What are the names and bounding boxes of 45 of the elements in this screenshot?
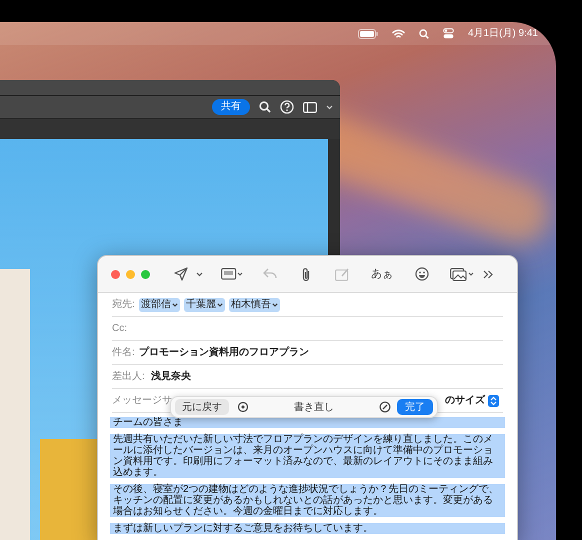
control-center-icon[interactable] (442, 28, 454, 39)
sender-name: 浅見奈央 (150, 370, 191, 384)
to-label: 宛先: (112, 298, 135, 312)
chevron-down-icon (272, 302, 278, 306)
paperclip-icon[interactable] (301, 266, 311, 282)
menu-bar-clock: 4月1日(月) 9:41 (468, 27, 538, 41)
from-label: 差出人: (112, 370, 145, 384)
recipient-token[interactable]: 柏木慎吾 (228, 298, 280, 312)
double-chevron-icon[interactable] (483, 270, 493, 278)
body-paragraph: チームの皆さま (110, 417, 505, 428)
recipient-name: 千葉麗 (186, 298, 216, 312)
subject-text: プロモーション資料用のフロアプラン (138, 345, 309, 360)
search-icon[interactable] (418, 28, 429, 38)
body-paragraph: 先週共有いただいた新しい寸法でフロアプランのデザインを練り直しました。このメールに添付したバージョンは、来月のオープンハウスに向けて準備中のプロモーション資料用です。印刷用にフォーマット済みなので、最新のレイアウトにそのまま組み込めます。 (110, 434, 505, 478)
chevron-down-icon[interactable] (196, 272, 203, 276)
chevron-down-icon (216, 302, 223, 306)
emoji-icon[interactable] (415, 267, 429, 281)
subject-label: 件名: (112, 346, 135, 360)
done-button[interactable]: 完了 (397, 399, 433, 415)
send-icon[interactable] (174, 267, 188, 281)
chevron-down-icon (172, 302, 178, 306)
format-button[interactable]: あぁ (371, 266, 393, 282)
compass-icon[interactable] (379, 401, 391, 413)
body-paragraph: その後、寝室が2つの建物はどのような進捗状況でしょうか？先日のミーティングで、キッチンの配置に変更があるかもしれないとの話があったかと思います。変更がある場合はお知らせください。今週の金曜日までに対応します。 (110, 484, 505, 517)
share-button[interactable]: 共有 (212, 99, 250, 115)
search-icon[interactable] (259, 101, 271, 113)
recipient-name: 渡部信 (140, 298, 171, 312)
photo-icon[interactable] (450, 268, 474, 280)
restart-icon[interactable] (237, 401, 249, 413)
battery-icon[interactable] (358, 28, 378, 38)
undo-button[interactable]: 元に戻す (175, 399, 229, 415)
recipient-token[interactable]: 千葉麗 (184, 298, 225, 312)
stepper-icon[interactable] (488, 394, 499, 406)
header-fields-icon[interactable] (221, 268, 243, 280)
sidebar-icon[interactable] (303, 102, 317, 112)
recipient-name: 柏木慎吾 (230, 298, 271, 312)
writing-tools-title: 書き直し (293, 400, 335, 414)
image-size-value: のサイズ (445, 394, 485, 408)
close-button[interactable] (111, 270, 120, 278)
body-paragraph: まずは新しいプランに対するご意見をお待ちしています。 (110, 523, 505, 534)
recipient-token[interactable]: 渡部信 (138, 298, 180, 312)
cc-label: Cc: (112, 322, 127, 336)
help-icon[interactable] (280, 100, 294, 114)
wifi-icon[interactable] (392, 28, 405, 38)
message-size-label: メッセージサ (112, 394, 172, 408)
